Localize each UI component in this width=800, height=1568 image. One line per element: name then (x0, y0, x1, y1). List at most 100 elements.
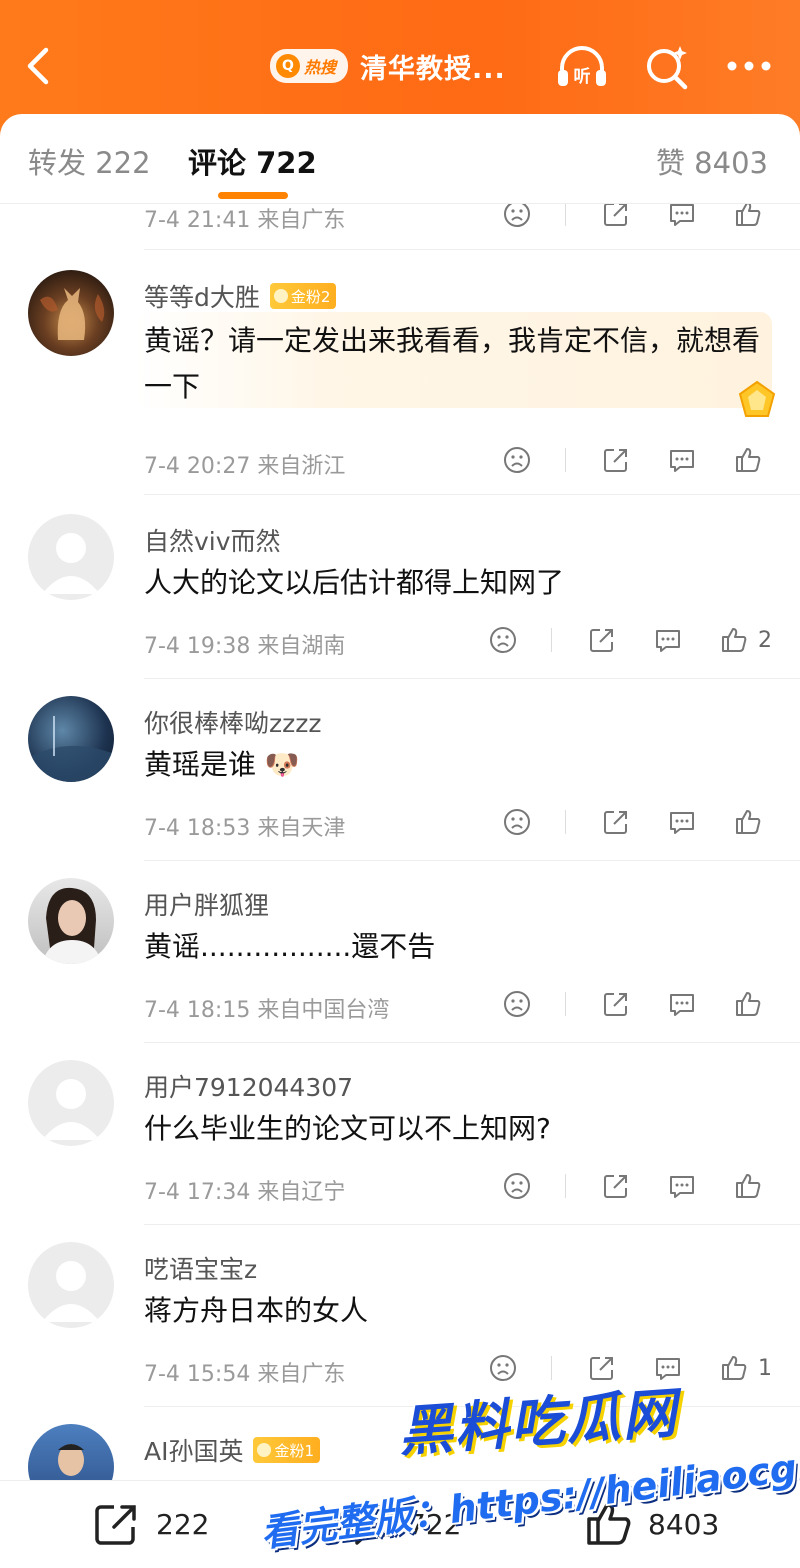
like-button[interactable] (732, 1170, 772, 1202)
like-button[interactable]: 2 (718, 624, 772, 656)
comment-meta: 7-4 15:54 来自广东 (144, 1362, 346, 1387)
search-button[interactable] (640, 40, 696, 92)
chevron-left-icon (27, 47, 49, 85)
comment-list: 7-4 21:41 来自广东 等等d大胜 金粉2 黄谣？请一定发出来我看看，我肯… (0, 204, 800, 1480)
comment-actions (467, 444, 772, 476)
repost-button[interactable]: 222 (92, 1501, 209, 1547)
listen-button[interactable]: 听 (554, 40, 610, 92)
dislike-button[interactable] (501, 988, 533, 1020)
dislike-button[interactable] (501, 204, 533, 230)
share-icon (95, 1505, 136, 1545)
thumbs-up-icon (736, 810, 761, 834)
username[interactable]: 呓语宝宝z (144, 1250, 257, 1286)
comment-actions: 2 (453, 624, 772, 656)
username[interactable]: 自然viv而然 (144, 522, 281, 558)
sad-face-icon (504, 1173, 530, 1199)
comment-icon (670, 1176, 694, 1198)
action-separator (565, 1174, 566, 1198)
share-button[interactable] (600, 806, 632, 838)
comment-divider (144, 678, 800, 679)
comment-actions (467, 1170, 772, 1202)
comment-meta: 7-4 18:53 来自天津 (144, 816, 346, 841)
sad-face-icon (504, 447, 530, 473)
comment-icon (656, 630, 680, 652)
username-text: 呓语宝宝z (144, 1255, 258, 1284)
avatar[interactable] (28, 270, 114, 356)
comment-divider (144, 1042, 800, 1043)
avatar[interactable] (28, 1424, 114, 1480)
doge-emoji-icon: 🐶 (264, 748, 300, 781)
comment-meta: 7-4 21:41 来自广东 (144, 208, 346, 233)
action-separator (565, 992, 566, 1016)
username-text: 用户7912044307 (144, 1073, 354, 1102)
sad-face-icon (504, 991, 530, 1017)
username-text: AI孙国英 (144, 1437, 244, 1466)
comment-meta: 7-4 18:15 来自中国台湾 (144, 998, 390, 1023)
avatar[interactable] (28, 514, 114, 600)
comment-text: 什么毕业生的论文可以不上知网? (144, 1112, 551, 1145)
reply-button[interactable] (666, 1170, 698, 1202)
reply-button[interactable] (666, 204, 698, 230)
like-button[interactable] (732, 444, 772, 476)
tab-repost[interactable]: 转发 222 (28, 140, 151, 182)
username[interactable]: 你很棒棒呦zzzz (144, 704, 322, 740)
dislike-button[interactable] (501, 444, 533, 476)
hot-search-icon: Q (276, 54, 300, 78)
hot-search-label: 热搜 (304, 58, 337, 77)
action-separator (565, 204, 566, 226)
comment-divider (144, 860, 800, 861)
share-button[interactable] (600, 444, 632, 476)
thumbs-up-icon (722, 1356, 747, 1380)
reply-button[interactable] (666, 444, 698, 476)
avatar[interactable] (28, 696, 114, 782)
comment-icon (670, 450, 694, 472)
tab-like[interactable]: 赞 8403 (656, 140, 768, 182)
avatar[interactable] (28, 1060, 114, 1146)
fan-badge: 金粉1 (253, 1437, 321, 1463)
like-count: 1 (758, 1355, 772, 1381)
thumbs-up-icon (736, 992, 761, 1016)
dislike-button[interactable] (501, 806, 533, 838)
like-button[interactable] (732, 806, 772, 838)
fan-badge-icon (257, 1443, 272, 1457)
reply-button[interactable] (652, 624, 684, 656)
action-separator (565, 448, 566, 472)
fan-badge-icon (273, 289, 288, 303)
share-button[interactable] (600, 1170, 632, 1202)
thumbs-up-icon (736, 204, 761, 226)
default-avatar-icon (42, 533, 100, 594)
dislike-button[interactable] (487, 624, 519, 656)
username-text: 用户胖狐狸 (144, 891, 270, 920)
share-icon (604, 993, 627, 1016)
comment-meta: 7-4 19:38 来自湖南 (144, 634, 346, 659)
like-button[interactable] (732, 204, 772, 230)
comment-divider (144, 494, 800, 495)
portrait-photo-icon (58, 1444, 84, 1476)
share-icon (604, 811, 627, 834)
comment-actions (467, 806, 772, 838)
like-count: 8403 (648, 1507, 720, 1541)
share-button[interactable] (586, 624, 618, 656)
share-button[interactable] (600, 204, 632, 230)
like-button[interactable] (732, 988, 772, 1020)
listen-label: 听 (574, 66, 591, 87)
username[interactable]: 用户7912044307 (144, 1068, 353, 1104)
reply-button[interactable] (666, 806, 698, 838)
title-area[interactable]: Q 热搜 清华教授... (270, 44, 506, 88)
username[interactable]: AI孙国英 金粉1 (144, 1432, 321, 1468)
like-button[interactable]: 1 (718, 1352, 772, 1384)
share-button[interactable] (600, 988, 632, 1020)
comment-actions (467, 204, 772, 230)
back-button[interactable] (20, 44, 60, 88)
tab-comment[interactable]: 评论 722 (188, 140, 317, 182)
thumbs-up-icon (722, 628, 747, 652)
reply-button[interactable] (666, 988, 698, 1020)
avatar[interactable] (28, 1242, 114, 1328)
username[interactable]: 用户胖狐狸 (144, 886, 269, 922)
share-icon (604, 204, 627, 226)
dislike-button[interactable] (501, 1170, 533, 1202)
username[interactable]: 等等d大胜 金粉2 (144, 278, 337, 314)
comment-icon (670, 812, 694, 834)
more-button[interactable] (722, 40, 778, 92)
avatar[interactable] (28, 878, 114, 964)
